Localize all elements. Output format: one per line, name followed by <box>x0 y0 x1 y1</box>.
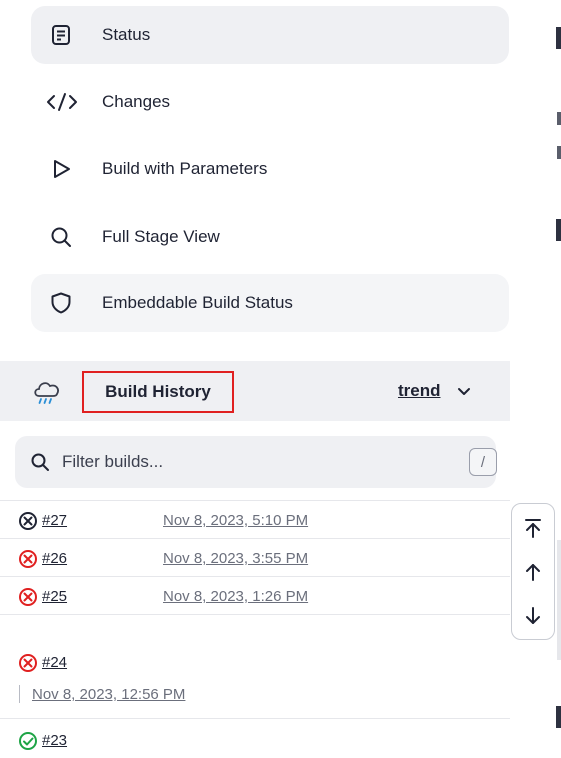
keyboard-shortcut-hint: / <box>469 448 497 476</box>
build-row[interactable]: #25 Nov 8, 2023, 1:26 PM <box>0 576 510 614</box>
play-icon <box>49 157 73 181</box>
filter-builds-box: / <box>15 436 497 488</box>
build-number-link[interactable]: #24 <box>42 654 67 671</box>
build-history-header: Build History trend <box>0 361 510 421</box>
build-row[interactable]: #23 <box>0 718 510 758</box>
failed-status-icon <box>18 549 38 574</box>
sidebar-item-status[interactable]: Status <box>31 6 509 64</box>
build-row[interactable]: #27 Nov 8, 2023, 5:10 PM <box>0 500 510 538</box>
build-number-link[interactable]: #23 <box>42 732 67 749</box>
build-date-link[interactable]: Nov 8, 2023, 5:10 PM <box>163 512 308 529</box>
build-number-link[interactable]: #26 <box>42 550 67 567</box>
sidebar-item-label: Status <box>102 25 151 44</box>
sidebar-item-label: Embeddable Build Status <box>102 293 293 312</box>
cropped-heading-fragment <box>556 706 561 728</box>
aborted-status-icon <box>18 511 38 536</box>
build-number-link[interactable]: #25 <box>42 588 67 605</box>
filter-builds-input[interactable] <box>60 444 420 480</box>
success-status-icon <box>18 731 38 756</box>
shield-icon <box>49 291 73 315</box>
build-date-link[interactable]: Nov 8, 2023, 3:55 PM <box>163 550 308 567</box>
weather-cloud-rain-icon <box>31 378 65 411</box>
build-date-link[interactable]: Nov 8, 2023, 1:26 PM <box>163 588 308 605</box>
search-icon <box>30 452 50 477</box>
cropped-heading-fragment <box>556 27 561 49</box>
document-icon <box>49 23 73 47</box>
sidebar-item-build-with-parameters[interactable]: Build with Parameters <box>31 140 509 198</box>
search-icon <box>49 225 73 249</box>
failed-status-icon <box>18 653 38 678</box>
sidebar-item-label: Build with Parameters <box>102 159 268 178</box>
chevron-down-icon[interactable] <box>456 383 472 404</box>
code-icon <box>45 90 79 114</box>
scroll-controls <box>511 503 555 640</box>
sidebar-item-full-stage-view[interactable]: Full Stage View <box>31 208 509 266</box>
cropped-panel-fragment <box>557 540 561 660</box>
build-row[interactable]: #26 Nov 8, 2023, 3:55 PM <box>0 538 510 576</box>
build-number-link[interactable]: #27 <box>42 512 67 529</box>
sidebar-item-changes[interactable]: Changes <box>31 73 509 131</box>
scroll-down-icon[interactable] <box>512 594 553 638</box>
trend-link[interactable]: trend <box>398 381 441 401</box>
build-history-title: Build History <box>82 371 234 413</box>
build-row[interactable]: #24 Nov 8, 2023, 12:56 PM <box>0 614 510 718</box>
divider <box>19 685 20 703</box>
sidebar-item-embeddable-build-status[interactable]: Embeddable Build Status <box>31 274 509 332</box>
cropped-text-fragment <box>557 112 561 125</box>
scroll-to-top-icon[interactable] <box>512 506 553 550</box>
build-date-link[interactable]: Nov 8, 2023, 12:56 PM <box>32 686 185 703</box>
sidebar-item-label: Changes <box>102 92 171 111</box>
sidebar-item-label: Full Stage View <box>102 227 220 246</box>
cropped-text-fragment <box>557 146 561 159</box>
cropped-heading-fragment <box>556 219 561 241</box>
scroll-up-icon[interactable] <box>512 550 553 594</box>
failed-status-icon <box>18 587 38 612</box>
